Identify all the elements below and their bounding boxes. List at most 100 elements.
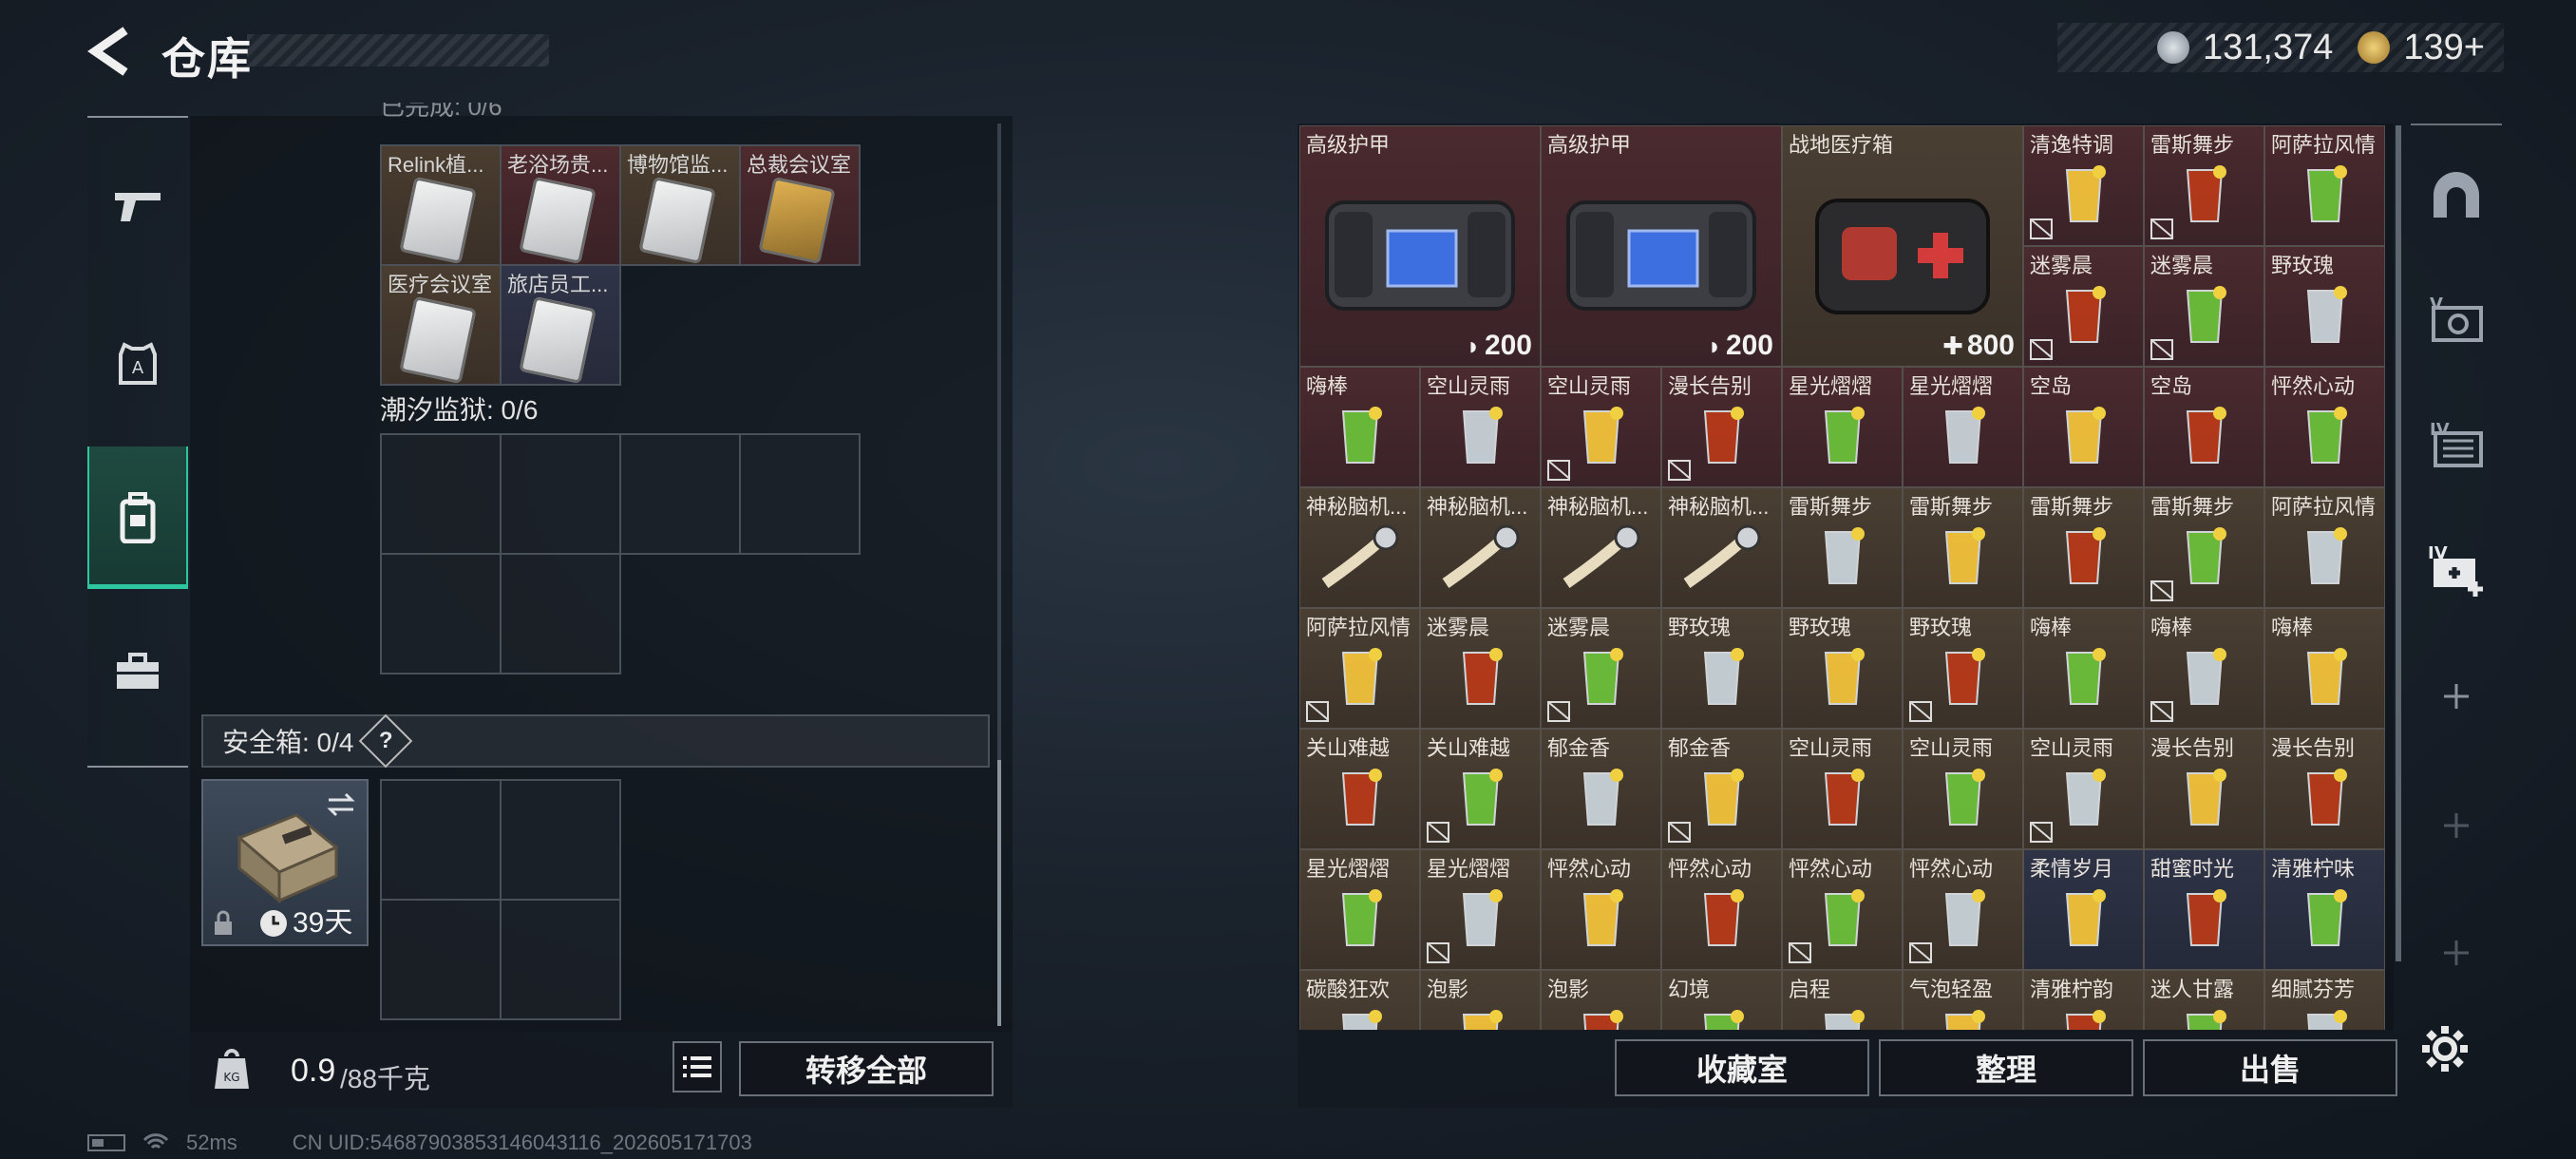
drink-item[interactable]: 空山灵雨 xyxy=(1903,729,2023,849)
neural-device-item[interactable]: 神秘脑机... xyxy=(1661,487,1782,608)
drink-item[interactable]: 星光熠熠 xyxy=(1903,367,2023,487)
key-card-item[interactable]: 老浴场贵... xyxy=(500,144,621,266)
empty-slot[interactable] xyxy=(500,779,621,901)
drink-item[interactable]: 雷斯舞步 xyxy=(1903,487,2023,608)
drink-item[interactable]: 星光熠熠 xyxy=(1420,849,1541,970)
drink-item[interactable]: 启程 xyxy=(1782,970,1903,1030)
drink-item[interactable]: 空岛 xyxy=(2023,367,2144,487)
sort-button[interactable]: 整理 xyxy=(1879,1039,2133,1096)
empty-slot[interactable] xyxy=(380,899,502,1020)
drink-item[interactable]: 关山难越 xyxy=(1420,729,1541,849)
drink-item[interactable]: 野玫瑰 xyxy=(1661,608,1782,729)
drink-item[interactable]: 细腻芬芳 xyxy=(2264,970,2385,1030)
drink-item[interactable]: 阿萨拉风情 xyxy=(2264,125,2385,246)
empty-slot[interactable] xyxy=(380,553,502,674)
drink-item[interactable]: 漫长告别 xyxy=(2264,729,2385,849)
empty-slot[interactable] xyxy=(619,433,741,555)
drink-item[interactable]: 泡影 xyxy=(1541,970,1661,1030)
drink-item[interactable]: 雷斯舞步 xyxy=(2144,487,2264,608)
left-scrollbar-thumb[interactable] xyxy=(997,760,1001,1026)
drink-item[interactable]: 迷雾晨 xyxy=(2144,246,2264,367)
key-card-item[interactable]: 医疗会议室 xyxy=(380,264,502,386)
drink-item[interactable]: 雷斯舞步 xyxy=(1782,487,1903,608)
drink-item[interactable]: 空山灵雨 xyxy=(1420,367,1541,487)
back-arrow-icon[interactable] xyxy=(87,27,137,76)
sidebar-item-backpack[interactable] xyxy=(87,446,188,589)
help-icon[interactable]: ? xyxy=(359,713,413,769)
collection-button[interactable]: 收藏室 xyxy=(1615,1039,1869,1096)
empty-slot[interactable] xyxy=(500,553,621,674)
add-storage-button[interactable] xyxy=(2411,635,2502,758)
key-card-item[interactable]: 总裁会议室 xyxy=(739,144,861,266)
storage-tab-5[interactable]: V xyxy=(2411,258,2502,382)
empty-slot[interactable] xyxy=(739,433,861,555)
safe-box-item[interactable]: 39天 xyxy=(201,779,369,946)
swap-icon[interactable] xyxy=(325,790,357,819)
drink-item[interactable]: 漫长告别 xyxy=(2144,729,2264,849)
transfer-all-button[interactable]: 转移全部 xyxy=(739,1041,994,1096)
drink-item[interactable]: 碳酸狂欢 xyxy=(1299,970,1420,1030)
drink-item[interactable]: 清逸特调 xyxy=(2023,125,2144,246)
empty-slot[interactable] xyxy=(500,899,621,1020)
add-storage-button-locked[interactable] xyxy=(2411,764,2502,887)
drink-item[interactable]: 雷斯舞步 xyxy=(2023,487,2144,608)
medkit-item[interactable]: 战地医疗箱 ✚ 800 xyxy=(1782,125,2023,367)
storage-tab-medical[interactable]: IV xyxy=(2411,509,2502,633)
drink-item[interactable]: 阿萨拉风情 xyxy=(2264,487,2385,608)
drink-item[interactable]: 幻境 xyxy=(1661,970,1782,1030)
drink-item[interactable]: 嗨棒 xyxy=(2144,608,2264,729)
armor-item[interactable]: 高级护甲 ◗ 200 xyxy=(1299,125,1541,367)
drink-item[interactable]: 嗨棒 xyxy=(2264,608,2385,729)
drink-item[interactable]: 阿萨拉风情 xyxy=(1299,608,1420,729)
drink-item[interactable]: 空山灵雨 xyxy=(1541,367,1661,487)
drink-item[interactable]: 怦然心动 xyxy=(1903,849,2023,970)
storage-tab-4[interactable]: IV xyxy=(2411,384,2502,507)
drink-item[interactable]: 郁金香 xyxy=(1541,729,1661,849)
drink-item[interactable]: 野玫瑰 xyxy=(1903,608,2023,729)
drink-item[interactable]: 星光熠熠 xyxy=(1782,367,1903,487)
add-storage-button-locked[interactable] xyxy=(2411,891,2502,1015)
key-card-item[interactable]: 旅店员工... xyxy=(500,264,621,386)
ticket-value[interactable]: 139+ xyxy=(2403,28,2485,68)
drink-item[interactable]: 迷雾晨 xyxy=(1420,608,1541,729)
neural-device-item[interactable]: 神秘脑机... xyxy=(1541,487,1661,608)
drink-item[interactable]: 嗨棒 xyxy=(1299,367,1420,487)
drink-item[interactable]: 空岛 xyxy=(2144,367,2264,487)
drink-item[interactable]: 甜蜜时光 xyxy=(2144,849,2264,970)
right-scrollbar[interactable] xyxy=(2396,125,2401,961)
drink-item[interactable]: 野玫瑰 xyxy=(2264,246,2385,367)
drink-item[interactable]: 柔情岁月 xyxy=(2023,849,2144,970)
key-card-item[interactable]: Relink植... xyxy=(380,144,502,266)
drink-item[interactable]: 怦然心动 xyxy=(1782,849,1903,970)
sidebar-item-armor[interactable]: A xyxy=(87,293,188,435)
drink-item[interactable]: 怦然心动 xyxy=(1661,849,1782,970)
empty-slot[interactable] xyxy=(500,433,621,555)
neural-device-item[interactable]: 神秘脑机... xyxy=(1420,487,1541,608)
drink-item[interactable]: 漫长告别 xyxy=(1661,367,1782,487)
sell-button[interactable]: 出售 xyxy=(2143,1039,2397,1096)
list-view-button[interactable] xyxy=(672,1041,722,1092)
drink-item[interactable]: 郁金香 xyxy=(1661,729,1782,849)
empty-slot[interactable] xyxy=(380,433,502,555)
drink-item[interactable]: 空山灵雨 xyxy=(2023,729,2144,849)
drink-item[interactable]: 清雅柠味 xyxy=(2264,849,2385,970)
storage-tab-main[interactable] xyxy=(2411,133,2502,256)
drink-item[interactable]: 迷雾晨 xyxy=(1541,608,1661,729)
gear-icon[interactable] xyxy=(2420,1024,2470,1074)
drink-item[interactable]: 气泡轻盈 xyxy=(1903,970,2023,1030)
drink-item[interactable]: 雷斯舞步 xyxy=(2144,125,2264,246)
empty-slot[interactable] xyxy=(380,779,502,901)
drink-item[interactable]: 嗨棒 xyxy=(2023,608,2144,729)
drink-item[interactable]: 星光熠熠 xyxy=(1299,849,1420,970)
drink-item[interactable]: 关山难越 xyxy=(1299,729,1420,849)
key-card-item[interactable]: 博物馆监... xyxy=(619,144,741,266)
armor-item[interactable]: 高级护甲 ◗ 200 xyxy=(1541,125,1782,367)
drink-item[interactable]: 野玫瑰 xyxy=(1782,608,1903,729)
drink-item[interactable]: 迷雾晨 xyxy=(2023,246,2144,367)
drink-item[interactable]: 空山灵雨 xyxy=(1782,729,1903,849)
sidebar-item-toolbox[interactable] xyxy=(87,600,188,743)
drink-item[interactable]: 清雅柠韵 xyxy=(2023,970,2144,1030)
drink-item[interactable]: 迷人甘露 xyxy=(2144,970,2264,1030)
drink-item[interactable]: 泡影 xyxy=(1420,970,1541,1030)
drink-item[interactable]: 怦然心动 xyxy=(1541,849,1661,970)
